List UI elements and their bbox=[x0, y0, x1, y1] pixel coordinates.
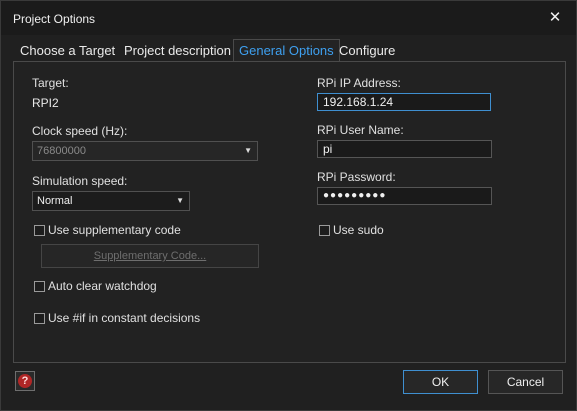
tab-general-options[interactable]: General Options bbox=[233, 39, 340, 62]
clock-speed-label: Clock speed (Hz): bbox=[32, 124, 128, 138]
simulation-speed-label: Simulation speed: bbox=[32, 174, 128, 188]
rpi-ip-input[interactable]: 192.168.1.24 bbox=[317, 93, 491, 111]
supplementary-code-checkbox[interactable] bbox=[34, 225, 45, 236]
cancel-button[interactable]: Cancel bbox=[488, 370, 563, 394]
auto-clear-watchdog-checkbox[interactable] bbox=[34, 281, 45, 292]
supplementary-code-label[interactable]: Use supplementary code bbox=[48, 223, 181, 237]
close-icon[interactable]: ✕ bbox=[546, 9, 564, 27]
target-value: RPI2 bbox=[32, 96, 59, 110]
window-title: Project Options bbox=[13, 12, 96, 26]
rpi-password-label: RPi Password: bbox=[317, 170, 396, 184]
clock-speed-value: 76800000 bbox=[37, 145, 86, 157]
help-button[interactable]: ? bbox=[15, 371, 35, 391]
title-bar: Project Options ✕ bbox=[1, 1, 576, 35]
dropdown-arrow-icon: ▼ bbox=[176, 196, 184, 205]
rpi-user-label: RPi User Name: bbox=[317, 123, 404, 137]
use-sudo-checkbox[interactable] bbox=[319, 225, 330, 236]
rpi-password-input[interactable]: ●●●●●●●●● bbox=[317, 187, 492, 205]
help-icon: ? bbox=[18, 374, 32, 388]
use-sudo-label[interactable]: Use sudo bbox=[333, 223, 384, 237]
use-ifdef-checkbox[interactable] bbox=[34, 313, 45, 324]
simulation-speed-select[interactable]: Normal ▼ bbox=[32, 191, 190, 211]
ok-button[interactable]: OK bbox=[403, 370, 478, 394]
tab-configure[interactable]: Configure bbox=[339, 40, 395, 61]
tab-choose-target[interactable]: Choose a Target bbox=[20, 40, 115, 61]
dropdown-arrow-icon: ▼ bbox=[244, 146, 252, 155]
project-options-dialog: Project Options ✕ Choose a Target Projec… bbox=[0, 0, 577, 411]
tab-strip: Choose a Target Project description Gene… bbox=[13, 39, 573, 62]
auto-clear-watchdog-label[interactable]: Auto clear watchdog bbox=[48, 279, 157, 293]
rpi-user-input[interactable]: pi bbox=[317, 140, 492, 158]
use-ifdef-label[interactable]: Use #if in constant decisions bbox=[48, 311, 200, 325]
target-label: Target: bbox=[32, 76, 69, 90]
tab-project-description[interactable]: Project description bbox=[124, 40, 231, 61]
clock-speed-select[interactable]: 76800000 ▼ bbox=[32, 141, 258, 161]
supplementary-code-button[interactable]: Supplementary Code... bbox=[41, 244, 259, 268]
rpi-ip-label: RPi IP Address: bbox=[317, 76, 401, 90]
simulation-speed-value: Normal bbox=[37, 195, 73, 207]
general-options-panel: Target: RPI2 Clock speed (Hz): 76800000 … bbox=[13, 61, 566, 363]
